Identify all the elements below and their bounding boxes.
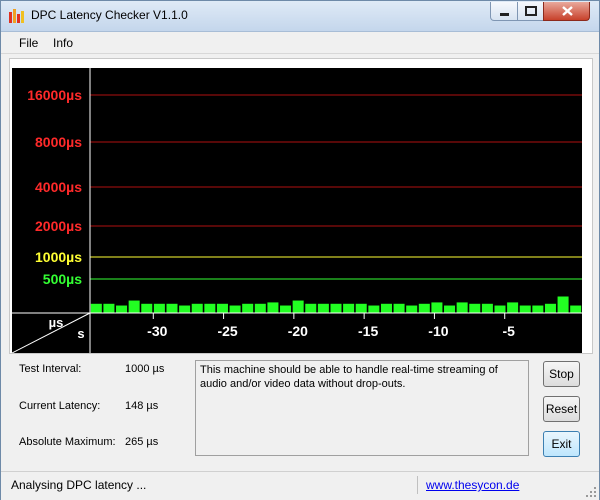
resize-grip-icon[interactable]: [585, 486, 597, 498]
latency-bar: [141, 303, 153, 313]
latency-bar: [393, 303, 405, 313]
latency-bar: [90, 303, 102, 313]
latency-bar: [544, 303, 556, 313]
website-link[interactable]: www.thesycon.de: [426, 478, 519, 492]
latency-bar: [330, 303, 342, 313]
latency-bar: [204, 303, 216, 313]
x-tick-label: -15: [358, 323, 378, 339]
y-tick-label: 2000µs: [35, 218, 82, 234]
absolute-maximum-label: Absolute Maximum:: [19, 436, 116, 448]
latency-bar: [166, 303, 178, 313]
y-tick-label: 8000µs: [35, 134, 82, 150]
latency-bar: [444, 305, 456, 313]
latency-bar: [418, 303, 430, 313]
app-window: DPC Latency Checker V1.1.0 File Info 160…: [0, 0, 600, 500]
status-text: Analysing DPC latency ...: [11, 478, 147, 492]
latency-bar: [317, 303, 329, 313]
latency-bar: [103, 303, 115, 313]
window-title: DPC Latency Checker V1.1.0: [31, 8, 188, 22]
y-tick-label: 500µs: [43, 271, 82, 287]
menu-file-label: File: [19, 36, 39, 50]
x-tick-label: -20: [288, 323, 308, 339]
latency-bar: [229, 305, 241, 313]
corner-label-seconds: s: [77, 326, 84, 341]
latency-bar: [179, 305, 191, 313]
maximize-icon: [525, 6, 537, 16]
latency-bar: [153, 303, 165, 313]
minimize-icon: [500, 13, 509, 16]
latency-bar: [456, 302, 468, 313]
y-tick-label: 1000µs: [35, 249, 82, 265]
latency-bar: [116, 305, 128, 313]
close-icon: [562, 6, 573, 16]
latency-bar: [469, 303, 481, 313]
latency-bar: [532, 305, 544, 313]
latency-bar: [431, 302, 443, 313]
latency-bar: [305, 303, 317, 313]
status-message-box: This machine should be able to handle re…: [195, 360, 529, 456]
latency-bar: [191, 303, 203, 313]
latency-bar: [242, 303, 254, 313]
exit-button[interactable]: Exit: [543, 431, 580, 457]
current-latency-value: 148 µs: [125, 400, 159, 412]
latency-bar: [292, 300, 304, 313]
latency-bar: [570, 305, 582, 313]
latency-bar: [280, 305, 292, 313]
corner-label-units: µs: [49, 315, 64, 330]
maximize-button[interactable]: [517, 2, 544, 21]
reset-button[interactable]: Reset: [543, 396, 580, 422]
latency-bar: [254, 303, 266, 313]
menu-file[interactable]: File: [19, 36, 38, 50]
latency-bar: [355, 303, 367, 313]
status-bar: Analysing DPC latency ... www.thesycon.d…: [1, 471, 599, 500]
latency-bar: [380, 303, 392, 313]
x-tick-label: -10: [428, 323, 448, 339]
current-latency-label: Current Latency:: [19, 400, 101, 412]
latency-bar: [343, 303, 355, 313]
latency-bar: [507, 302, 519, 313]
close-button[interactable]: [543, 2, 590, 21]
test-interval-label: Test Interval:: [19, 363, 82, 375]
minimize-button[interactable]: [490, 2, 518, 21]
latency-bar: [557, 296, 569, 313]
latency-bar: [481, 303, 493, 313]
latency-bar: [128, 300, 140, 313]
y-tick-label: 16000µs: [27, 87, 82, 103]
app-icon: [9, 9, 24, 23]
title-bar[interactable]: DPC Latency Checker V1.1.0: [1, 1, 599, 32]
latency-bar: [368, 305, 380, 313]
latency-bar: [494, 305, 506, 313]
x-tick-label: -25: [217, 323, 237, 339]
absolute-maximum-value: 265 µs: [125, 436, 159, 448]
x-tick-label: -5: [502, 323, 515, 339]
latency-chart: 16000µs8000µs4000µs2000µs1000µs500µs µs …: [12, 68, 582, 353]
y-tick-label: 4000µs: [35, 179, 82, 195]
menu-bar: File Info: [1, 32, 599, 54]
menu-info[interactable]: Info: [53, 36, 73, 50]
latency-bar: [267, 302, 279, 313]
latency-bar: [519, 305, 531, 313]
menu-info-label: Info: [53, 36, 74, 50]
latency-bar: [406, 305, 418, 313]
x-tick-label: -30: [147, 323, 167, 339]
latency-bar: [216, 303, 228, 313]
status-separator: [417, 476, 418, 494]
stop-button[interactable]: Stop: [543, 361, 580, 387]
test-interval-value: 1000 µs: [125, 363, 165, 375]
